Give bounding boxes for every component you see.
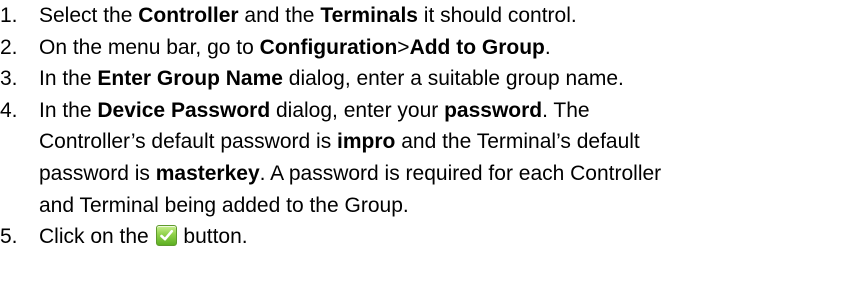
text-run: and the Terminal’s default [395, 130, 640, 154]
text-run: button. [177, 225, 248, 249]
step-number: 2. [0, 35, 18, 59]
step-number: 3. [0, 67, 18, 91]
step-text: On the menu bar, go to Configuration>Add… [39, 36, 551, 59]
text-line: Controller’s default password is impro a… [39, 130, 640, 153]
menu-separator: > [397, 35, 410, 59]
bold-term-impro: impro [337, 130, 396, 154]
step-1: 1. Select the Controller and the Termina… [0, 0, 858, 32]
text-run: In the [39, 98, 98, 122]
text-run: dialog, enter a suitable group name. [282, 67, 624, 91]
bold-term-add-to-group: Add to Group [409, 35, 545, 59]
text-run: Controller’s default password is [39, 130, 338, 154]
text-run: Select the [39, 4, 139, 27]
text-run: and Terminal being added to the Group. [39, 193, 409, 217]
step-number: 1. [0, 4, 18, 27]
step-5: 5. Click on the button. [0, 221, 858, 253]
step-4: 4. In the Device Password dialog, enter … [0, 95, 858, 221]
text-line: and Terminal being added to the Group. [39, 194, 409, 217]
text-run: Click on the [39, 225, 155, 249]
green-checkmark-icon [155, 225, 177, 247]
text-run: On the menu bar, go to [39, 35, 260, 59]
text-run: . A password is required for each Contro… [259, 161, 662, 185]
step-text: In the Enter Group Name dialog, enter a … [39, 67, 624, 90]
bold-term-configuration: Configuration [259, 35, 398, 59]
text-line: password is masterkey. A password is req… [39, 162, 661, 185]
step-text: Click on the button. [39, 225, 248, 248]
bold-term-controller: Controller [138, 4, 239, 27]
step-3: 3. In the Enter Group Name dialog, enter… [0, 63, 858, 95]
step-number: 4. [0, 98, 18, 122]
text-run: . [544, 35, 551, 59]
instruction-list: 1. Select the Controller and the Termina… [0, 0, 858, 253]
step-text: In the Device Password dialog, enter you… [39, 99, 661, 217]
text-run: . The [542, 98, 590, 122]
text-run: In the [39, 67, 98, 91]
text-run: dialog, enter your [270, 98, 445, 122]
text-run: password is [39, 161, 156, 185]
step-number: 5. [0, 225, 18, 249]
bold-term-enter-group-name: Enter Group Name [97, 67, 283, 91]
bold-term-device-password: Device Password [97, 98, 271, 122]
text-run: and the [238, 4, 321, 27]
bold-term-masterkey: masterkey [155, 161, 260, 185]
text-line: In the Device Password dialog, enter you… [39, 99, 590, 122]
bold-term-terminals: Terminals [320, 4, 418, 27]
bold-term-password: password [444, 98, 543, 122]
step-2: 2. On the menu bar, go to Configuration>… [0, 32, 858, 64]
text-run: it should control. [417, 4, 577, 27]
step-text: Select the Controller and the Terminals … [39, 4, 577, 27]
